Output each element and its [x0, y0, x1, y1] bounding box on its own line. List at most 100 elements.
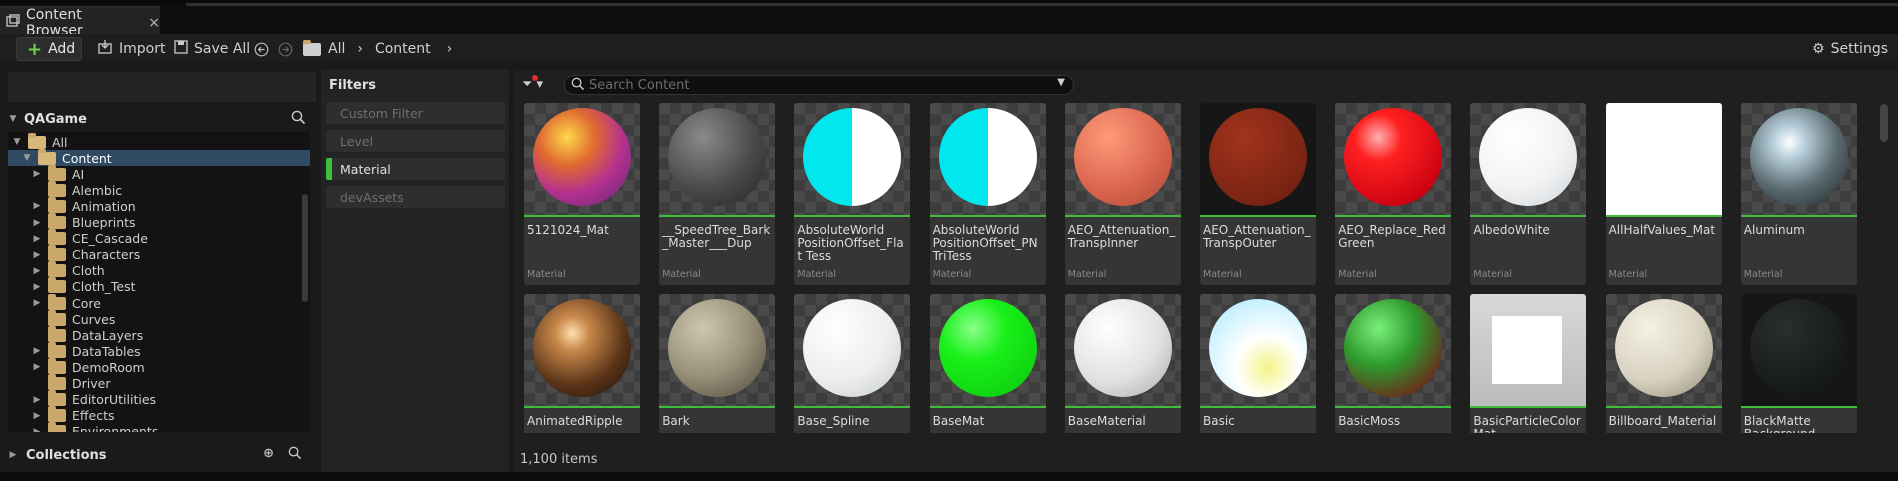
chevron-right-icon[interactable]: ▶ [32, 362, 42, 372]
history-forward-button[interactable] [278, 37, 293, 61]
tree-item[interactable]: ▼ Content [8, 148, 310, 167]
chevron-right-icon[interactable]: ▶ [32, 234, 42, 244]
tree-item[interactable]: ▶ Core [8, 293, 310, 311]
tree-item[interactable]: ▼ All [8, 132, 310, 150]
asset-tile[interactable]: BaseMaterialMaterial [1064, 294, 1181, 433]
tree-item[interactable]: ▶ Environments [8, 422, 310, 432]
asset-tile[interactable]: Billboard_MaterialMaterial [1605, 294, 1722, 433]
asset-tile[interactable]: AbsoluteWorld PositionOffset_Flat Tess Ma… [794, 103, 911, 285]
asset-tile[interactable]: AnimatedRippleMaterial [524, 294, 640, 433]
chevron-right-icon[interactable]: ▶ [32, 346, 42, 356]
tree-item[interactable]: Alembic [8, 180, 310, 198]
asset-tile[interactable]: BasicMaterial [1200, 294, 1316, 433]
tree-item[interactable]: ▶ Characters [8, 245, 310, 263]
chevron-right-icon[interactable]: › [357, 41, 363, 57]
asset-tile[interactable]: AEO_Attenuation_ TranspInner Material [1064, 103, 1181, 285]
add-collection-icon[interactable]: ⊕ [263, 446, 274, 464]
tree-item[interactable]: Curves [8, 309, 310, 327]
material-sphere [533, 108, 631, 206]
tree-item[interactable]: ▶ Animation [8, 196, 310, 214]
filter-label: Custom Filter [340, 105, 423, 121]
filters-panel: Filters Custom Filter Level Material dev… [321, 70, 509, 472]
settings-button[interactable]: ⚙ Settings [1812, 37, 1888, 61]
tree-item[interactable]: ▶ DataTables [8, 341, 310, 359]
filter-custom[interactable]: Custom Filter [326, 102, 505, 124]
search-input[interactable]: Search Content ▼ [564, 75, 1074, 95]
folder-icon [48, 422, 66, 432]
search-icon[interactable] [288, 446, 302, 464]
asset-tile[interactable]: 5121024_Mat Material [524, 103, 640, 285]
asset-tile[interactable]: BasicMossMaterial [1335, 294, 1452, 433]
tab-content-browser[interactable]: Content Browser × [0, 6, 160, 39]
tree-item-label: DataLayers [72, 327, 144, 343]
chevron-right-icon[interactable]: ▶ [32, 250, 42, 260]
asset-tile[interactable]: BlackMatte BackgroundMaterial [1740, 294, 1857, 433]
tree-item[interactable]: ▶ Cloth_Test [8, 277, 310, 295]
tree-item[interactable]: ▶ AI [8, 164, 310, 182]
chevron-right-icon[interactable]: ▶ [32, 427, 42, 432]
sources-header[interactable]: ▼ QAGame [8, 108, 316, 130]
asset-tile[interactable]: AllHalfValues_Mat Material [1605, 103, 1722, 285]
asset-thumbnail [1740, 103, 1857, 217]
breadcrumb-content[interactable]: Content [375, 41, 431, 57]
breadcrumb-all[interactable]: All [328, 41, 345, 57]
asset-tile[interactable]: BaseMatMaterial [929, 294, 1046, 433]
collections-header[interactable]: ▶ Collections ⊕ [8, 442, 316, 468]
asset-tile[interactable]: AbsoluteWorld PositionOffset_PN TriTess M… [929, 103, 1046, 285]
asset-type: Material [1067, 269, 1107, 280]
chevron-right-icon[interactable]: ▶ [32, 266, 42, 276]
chevron-right-icon[interactable]: ▶ [32, 298, 42, 308]
asset-tile[interactable]: BarkMaterial [659, 294, 776, 433]
asset-tile[interactable]: AlbedoWhite Material [1470, 103, 1587, 285]
asset-tile[interactable]: Aluminum Material [1740, 103, 1857, 285]
asset-thumbnail [929, 103, 1046, 217]
tree-item[interactable]: Driver [8, 374, 310, 392]
tree-item[interactable]: ▶ DemoRoom [8, 357, 310, 375]
asset-name: BaseMat [932, 414, 985, 428]
tree-item[interactable]: ▶ Effects [8, 406, 310, 424]
tree-item[interactable]: DataLayers [8, 325, 310, 343]
tree-item-label: All [52, 134, 68, 150]
asset-name: AEO_Attenuation_ TranspInner [1067, 223, 1176, 250]
asset-scrollbar[interactable] [1880, 104, 1888, 142]
expand-arrow-icon[interactable]: ▶ [8, 450, 18, 460]
asset-type: Material [662, 269, 701, 280]
material-sphere [1344, 108, 1443, 206]
filter-devassets[interactable]: devAssets [326, 186, 505, 208]
asset-tile[interactable]: AEO_Attenuation_ TranspOuter Material [1200, 103, 1316, 285]
tree-item[interactable]: ▶ Cloth [8, 261, 310, 279]
asset-tile[interactable]: BasicParticleColor MatMaterial [1470, 294, 1587, 433]
close-icon[interactable]: × [148, 15, 160, 31]
chevron-right-icon[interactable]: ▶ [32, 411, 42, 421]
chevron-right-icon[interactable]: › [447, 41, 453, 57]
tree-item[interactable]: ▶ Blueprints [8, 213, 310, 231]
tree-item[interactable]: ▶ EditorUtilities [8, 390, 310, 408]
expand-arrow-icon[interactable]: ▼ [8, 114, 18, 124]
chevron-right-icon[interactable]: ▶ [32, 395, 42, 405]
chevron-right-icon[interactable]: ▶ [32, 169, 42, 179]
chevron-down-icon[interactable]: ▼ [1057, 77, 1065, 88]
settings-label: Settings [1830, 41, 1888, 57]
asset-tile[interactable]: __SpeedTree_Bark_Master___Dup Material [659, 103, 776, 285]
tree-item[interactable]: ▶ CE_Cascade [8, 229, 310, 247]
folder-browse-button[interactable] [303, 37, 321, 61]
chevron-down-icon[interactable]: ▼ [12, 137, 22, 147]
asset-type: Material [1743, 269, 1783, 280]
filter-level[interactable]: Level [326, 130, 505, 152]
search-icon[interactable] [291, 110, 306, 129]
tree-scrollbar[interactable] [302, 194, 308, 302]
add-button[interactable]: + Add [16, 37, 82, 61]
history-back-button[interactable] [254, 37, 269, 61]
chevron-right-icon[interactable]: ▶ [32, 201, 42, 211]
import-button[interactable]: Import [98, 37, 165, 61]
filter-material[interactable]: Material [326, 158, 505, 180]
asset-name: AlbedoWhite [1473, 223, 1550, 237]
asset-thumbnail [1335, 294, 1452, 408]
chevron-down-icon[interactable]: ▼ [22, 153, 32, 163]
asset-tile[interactable]: AEO_Replace_Red Green Material [1335, 103, 1452, 285]
chevron-right-icon[interactable]: ▶ [32, 218, 42, 228]
chevron-right-icon[interactable]: ▶ [32, 282, 42, 292]
asset-tile[interactable]: Base_SplineMaterial [794, 294, 911, 433]
folder-icon [48, 245, 66, 262]
save-all-button[interactable]: Save All [174, 37, 250, 61]
